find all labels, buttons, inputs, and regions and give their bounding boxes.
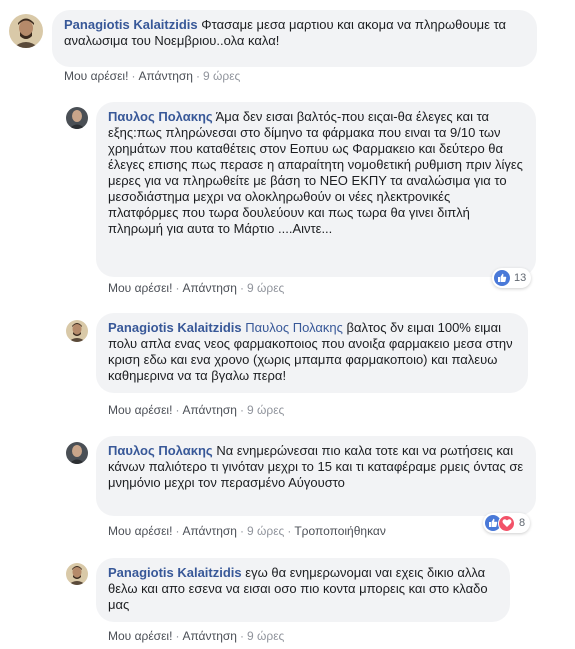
comment-bubble: Παυλος Πολακης Να ενημερώνεσαι πιο καλα … [96,436,536,516]
comment-text: Άμα δεν εισαι βαλτός-που ειςαι-θα έλεγες… [108,109,523,236]
like-link[interactable]: Μου αρέσει! [64,69,128,83]
comment-actions: Μου αρέσει! · Απάντηση · 9 ώρες [108,629,284,643]
comment-time[interactable]: 9 ώρες [247,403,284,417]
comment-actions: Μου αρέσει! · Απάντηση · 9 ώρες [108,281,284,295]
comment-author[interactable]: Panagiotis Kalaitzidis [108,320,242,335]
reaction-badge[interactable]: 13 [492,268,532,288]
reply-link[interactable]: Απάντηση [182,524,237,538]
comment-author[interactable]: Παυλος Πολακης [108,443,213,458]
reaction-count: 8 [519,517,526,529]
comment-bubble: Panagiotis Kalaitzidis Φτασαμε μεσα μαρτ… [52,10,537,67]
reply-link[interactable]: Απάντηση [138,69,193,83]
avatar[interactable] [66,563,88,585]
reply-link[interactable]: Απάντηση [182,629,237,643]
like-link[interactable]: Μου αρέσει! [108,629,172,643]
separator-dot: · [239,524,244,538]
separator-dot: · [175,524,180,538]
comment-bubble: Panagiotis Kalaitzidis Παυλος Πολακης βα… [96,313,528,393]
separator-dot: · [239,281,244,295]
comment-actions: Μου αρέσει! · Απάντηση · 9 ώρες [108,403,284,417]
comment-bubble: Panagiotis Kalaitzidis εγω θα ενημερωνομ… [96,558,510,622]
love-icon [498,514,515,532]
comment-time[interactable]: 9 ώρες [247,524,284,538]
reply-link[interactable]: Απάντηση [182,403,237,417]
separator-dot: · [195,69,200,83]
separator-dot: · [287,524,292,538]
separator-dot: · [131,69,136,83]
comment-actions: Μου αρέσει! · Απάντηση · 9 ώρες · Τροποποιήθηκ… [108,524,386,538]
avatar[interactable] [66,107,88,129]
reply-link[interactable]: Απάντηση [182,281,237,295]
reaction-count: 13 [514,272,527,284]
comment-time[interactable]: 9 ώρες [247,281,284,295]
like-link[interactable]: Μου αρέσει! [108,403,172,417]
separator-dot: · [175,281,180,295]
comment-author[interactable]: Panagiotis Kalaitzidis [108,565,242,580]
comment-time[interactable]: 9 ώρες [247,629,284,643]
separator-dot: · [239,403,244,417]
separator-dot: · [175,629,180,643]
separator-dot: · [239,629,244,643]
reaction-badge[interactable]: 8 [483,513,531,533]
avatar[interactable] [66,320,88,342]
avatar[interactable] [66,442,88,464]
comment-time[interactable]: 9 ώρες [203,69,240,83]
avatar[interactable] [9,14,43,48]
like-link[interactable]: Μου αρέσει! [108,281,172,295]
comment-actions: Μου αρέσει! · Απάντηση · 9 ώρες [64,69,240,83]
mention-link[interactable]: Παυλος Πολακης [245,320,343,335]
like-link[interactable]: Μου αρέσει! [108,524,172,538]
separator-dot: · [175,403,180,417]
edited-link[interactable]: Τροποποιήθηκαν [294,524,386,538]
comment-author[interactable]: Panagiotis Kalaitzidis [64,17,198,32]
like-icon [494,270,510,286]
comment-author[interactable]: Παυλος Πολακης [108,109,213,124]
comment-bubble: Παυλος Πολακης Άμα δεν εισαι βαλτός-που … [96,102,536,277]
